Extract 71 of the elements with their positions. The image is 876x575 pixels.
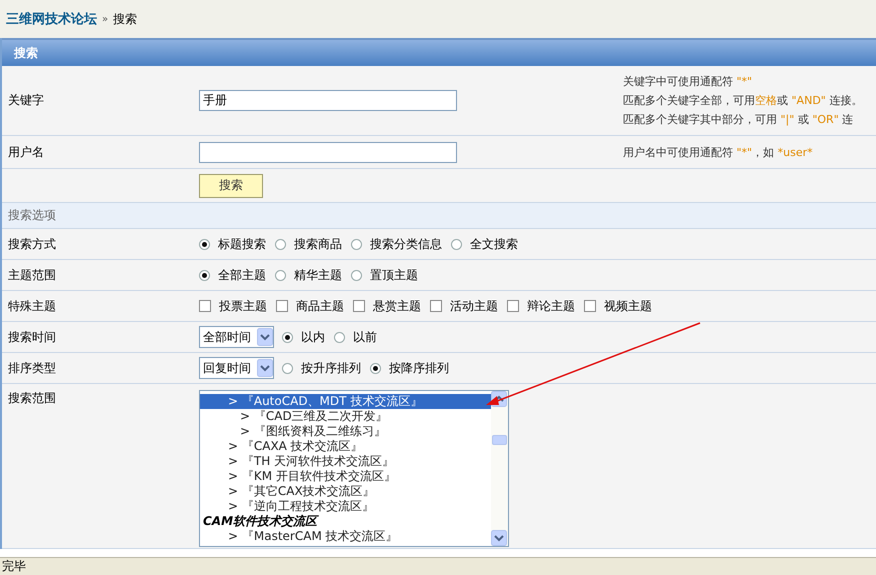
radio-label: 标题搜索	[218, 236, 266, 252]
list-item[interactable]: > 『CAXA 技术交流区』	[200, 439, 491, 454]
checkbox-label: 活动主题	[450, 298, 498, 314]
panel-title: 搜索	[14, 44, 38, 62]
list-item[interactable]: > 『图纸资料及二维练习』	[200, 424, 491, 439]
radio-label: 以内	[301, 328, 325, 346]
radio-button[interactable]	[282, 362, 293, 374]
checkbox[interactable]	[276, 300, 288, 312]
option-label: 搜索时间	[8, 330, 56, 344]
radio-button[interactable]	[370, 362, 381, 374]
checkbox-label: 商品主题	[296, 298, 344, 314]
dropdown[interactable]: 回复时间	[199, 357, 274, 379]
radio-label: 全部主题	[218, 266, 266, 284]
checkbox-label: 投票主题	[219, 298, 267, 314]
radio-button[interactable]	[282, 332, 293, 342]
list-item[interactable]: > 『CAD三维及二次开发』	[200, 409, 491, 424]
breadcrumb-current: 搜索	[113, 10, 138, 28]
radio-button[interactable]	[275, 238, 286, 250]
field-label: 关键字	[8, 93, 44, 107]
breadcrumb-separator: »	[102, 14, 108, 24]
radio-label: 搜索商品	[294, 236, 342, 252]
radio-button[interactable]	[275, 270, 286, 280]
list-item[interactable]: > 『其它CAX技术交流区』	[200, 484, 491, 499]
section-title: 搜索选项	[8, 207, 56, 224]
status-text: 完毕	[2, 558, 26, 575]
forum-listbox[interactable]: > 『AutoCAD、MDT 技术交流区』 > 『CAD三维及二次开发』 > 『图纸资料及二维练习』 > 『CAXA 技术交流区』 > 『TH 天河软件技术交流区』 > 『KM 开目软件技术交流区』 > 『其它CAX技术交流区』 > 『逆向工程技术交流区』 CAM软件技术交流区 > 『MasterCAM 技术交流区』	[199, 390, 509, 547]
checkbox[interactable]	[353, 300, 365, 312]
dropdown[interactable]: 全部时间	[199, 326, 274, 348]
list-item[interactable]: > 『KM 开目软件技术交流区』	[200, 469, 491, 484]
keyword-field[interactable]: 手册	[199, 90, 457, 111]
checkbox-label: 视频主题	[604, 298, 652, 314]
search-button[interactable]: 搜索	[199, 174, 263, 198]
option-label: 主题范围	[8, 268, 56, 282]
radio-label: 按降序排列	[389, 360, 449, 376]
radio-button[interactable]	[351, 238, 362, 250]
checkbox-label: 悬赏主题	[373, 298, 421, 314]
list-item[interactable]: > 『MasterCAM 技术交流区』	[200, 529, 491, 544]
checkbox[interactable]	[584, 300, 596, 312]
checkbox-label: 辩论主题	[527, 298, 575, 314]
radio-label: 搜索分类信息	[370, 236, 442, 252]
radio-button[interactable]	[451, 238, 462, 250]
list-item[interactable]: > 『AutoCAD、MDT 技术交流区』	[200, 394, 491, 409]
scrollbar[interactable]	[491, 391, 508, 546]
checkbox[interactable]	[430, 300, 442, 312]
list-group-label: CAM软件技术交流区	[202, 514, 320, 529]
radio-button[interactable]	[199, 270, 210, 280]
hint-text: 匹配多个关键字全部，可用空格或 "AND" 连接。	[623, 93, 862, 109]
list-item[interactable]: > 『逆向工程技术交流区』	[200, 499, 491, 514]
list-item[interactable]: > 『TH 天河软件技术交流区』	[200, 454, 491, 469]
username-field[interactable]	[199, 142, 457, 162]
site-link[interactable]: 三维网技术论坛	[6, 10, 97, 28]
radio-label: 按升序排列	[301, 360, 361, 376]
option-label: 特殊主题	[8, 298, 56, 312]
option-label: 搜索范围	[8, 391, 56, 405]
option-label: 排序类型	[8, 360, 56, 374]
scroll-thumb[interactable]	[492, 435, 507, 445]
radio-button[interactable]	[199, 238, 210, 250]
radio-label: 全文搜索	[470, 236, 518, 252]
radio-button[interactable]	[334, 332, 345, 342]
radio-label: 以前	[353, 328, 377, 346]
scroll-down-icon[interactable]	[491, 530, 507, 546]
hint-text: 关键字中可使用通配符 "*"	[623, 74, 754, 90]
checkbox[interactable]	[507, 300, 519, 312]
checkbox[interactable]	[199, 300, 211, 312]
radio-label: 置顶主题	[370, 266, 418, 284]
hint-text: 用户名中可使用通配符 "*"，如 *user*	[623, 144, 813, 160]
hint-text: 匹配多个关键字其中部分，可用 "|" 或 "OR" 连	[623, 112, 854, 128]
radio-label: 精华主题	[294, 266, 342, 284]
option-label: 搜索方式	[8, 236, 56, 250]
field-label: 用户名	[8, 144, 44, 158]
radio-button[interactable]	[351, 270, 362, 280]
